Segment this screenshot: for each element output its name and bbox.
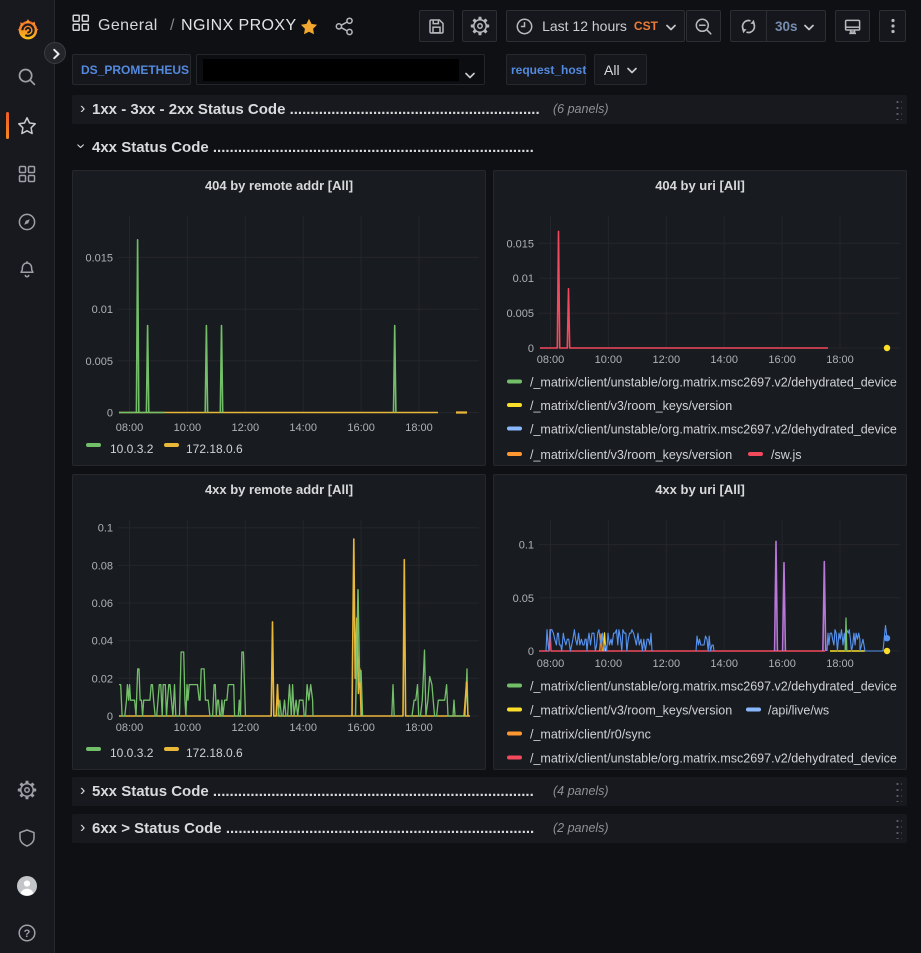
svg-text:/_matrix/client/v3/room_keys/v: /_matrix/client/v3/room_keys/version [530, 448, 732, 462]
svg-text:0: 0 [528, 343, 534, 355]
svg-text:08:00: 08:00 [537, 354, 565, 366]
svg-text:0.015: 0.015 [85, 252, 113, 264]
svg-text:12:00: 12:00 [232, 422, 260, 434]
svg-text:0.08: 0.08 [92, 560, 113, 572]
svg-text:/api/live/ws: /api/live/ws [768, 704, 829, 718]
svg-text:0: 0 [107, 408, 113, 420]
svg-text:/_matrix/client/v3/room_keys/v: /_matrix/client/v3/room_keys/version [530, 399, 732, 413]
svg-text:12:00: 12:00 [232, 722, 260, 734]
svg-text:14:00: 14:00 [289, 422, 317, 434]
svg-text:10:00: 10:00 [174, 722, 202, 734]
svg-text:0.1: 0.1 [98, 523, 113, 535]
svg-text:0.05: 0.05 [513, 593, 534, 605]
svg-text:18:00: 18:00 [826, 354, 854, 366]
svg-text:10:00: 10:00 [595, 658, 623, 670]
svg-text:10:00: 10:00 [595, 354, 623, 366]
svg-text:/_matrix/client/unstable/org.m: /_matrix/client/unstable/org.matrix.msc2… [530, 680, 897, 694]
svg-text:/_matrix/client/unstable/org.m: /_matrix/client/unstable/org.matrix.msc2… [530, 423, 897, 437]
svg-text:16:00: 16:00 [347, 722, 375, 734]
svg-text:18:00: 18:00 [405, 722, 433, 734]
svg-text:0.06: 0.06 [92, 598, 113, 610]
svg-text:172.18.0.6: 172.18.0.6 [186, 746, 243, 760]
svg-text:08:00: 08:00 [537, 658, 565, 670]
svg-text:14:00: 14:00 [710, 658, 738, 670]
svg-text:0.04: 0.04 [92, 636, 113, 648]
svg-text:08:00: 08:00 [116, 422, 144, 434]
svg-text:0.005: 0.005 [506, 308, 534, 320]
svg-text:0: 0 [107, 711, 113, 723]
svg-text:/_matrix/client/unstable/org.m: /_matrix/client/unstable/org.matrix.msc2… [530, 752, 897, 766]
svg-text:08:00: 08:00 [116, 722, 144, 734]
svg-text:0: 0 [528, 646, 534, 658]
svg-text:18:00: 18:00 [826, 658, 854, 670]
svg-text:10.0.3.2: 10.0.3.2 [110, 746, 154, 760]
svg-text:172.18.0.6: 172.18.0.6 [186, 442, 243, 456]
svg-text:14:00: 14:00 [710, 354, 738, 366]
svg-text:18:00: 18:00 [405, 422, 433, 434]
svg-text:12:00: 12:00 [653, 354, 681, 366]
svg-text:0.01: 0.01 [92, 304, 113, 316]
svg-text:?: ? [24, 928, 31, 940]
svg-text:/_matrix/client/v3/room_keys/v: /_matrix/client/v3/room_keys/version [530, 704, 732, 718]
svg-text:16:00: 16:00 [768, 354, 796, 366]
svg-text:0.005: 0.005 [85, 356, 113, 368]
svg-text:16:00: 16:00 [768, 658, 796, 670]
svg-text:/sw.js: /sw.js [771, 448, 802, 462]
svg-text:16:00: 16:00 [347, 422, 375, 434]
svg-text:12:00: 12:00 [653, 658, 681, 670]
svg-text:10.0.3.2: 10.0.3.2 [110, 442, 154, 456]
svg-text:0.01: 0.01 [513, 273, 534, 285]
svg-text:10:00: 10:00 [174, 422, 202, 434]
svg-text:0.02: 0.02 [92, 673, 113, 685]
svg-text:14:00: 14:00 [289, 722, 317, 734]
svg-text:/_matrix/client/unstable/org.m: /_matrix/client/unstable/org.matrix.msc2… [530, 376, 897, 390]
svg-text:0.1: 0.1 [519, 540, 534, 552]
svg-text:/_matrix/client/r0/sync: /_matrix/client/r0/sync [530, 728, 651, 742]
svg-text:0.015: 0.015 [506, 238, 534, 250]
